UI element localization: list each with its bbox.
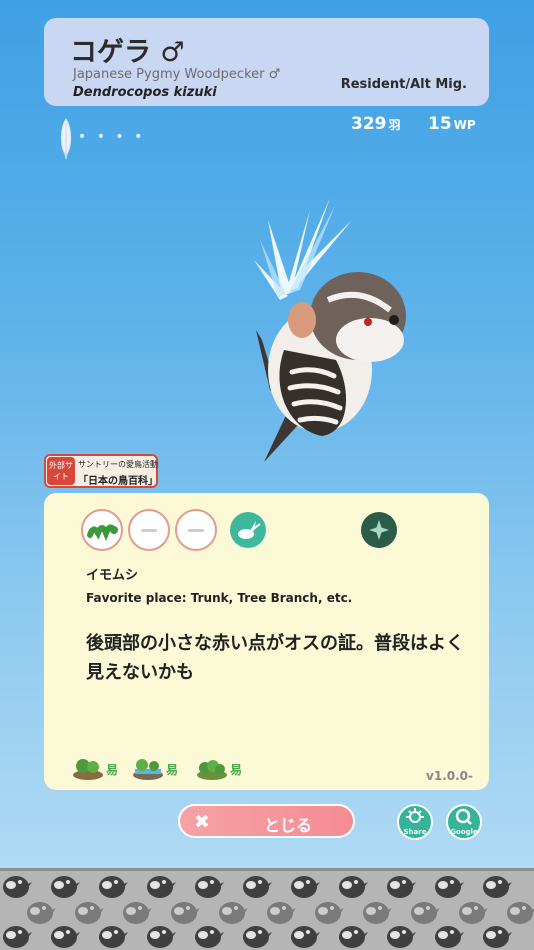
- rabbit-icon: [238, 521, 261, 539]
- special-badge[interactable]: [361, 512, 397, 548]
- bird-info-card: イモムシ Favorite place: Trunk, Tree Branch,…: [44, 493, 489, 790]
- bird-description: 後頭部の小さな赤い点がオスの証。普段はよく見えないかも: [86, 633, 464, 683]
- forest-habitat-icon: [73, 759, 103, 780]
- empty-slot-dash: [141, 529, 157, 532]
- empty-slot-dash: [188, 529, 204, 532]
- external-site-badge: 外部サイト: [47, 457, 75, 485]
- bird-model[interactable]: [240, 190, 420, 470]
- bird-count-stat: 329 羽: [351, 114, 401, 134]
- favorite-place: Favorite place: Trunk, Tree Branch, etc.: [86, 591, 353, 605]
- bird-count-unit: 羽: [388, 118, 401, 132]
- species-name: コゲラ ♂: [70, 37, 185, 68]
- bird-silhouette-pattern: [3, 876, 534, 948]
- external-site-link[interactable]: 外部サイト サントリーの愛鳥活動 「日本の鳥百科」: [44, 454, 158, 488]
- food-name: イモムシ: [86, 568, 139, 583]
- external-site-title: 「日本の鳥百科」: [78, 476, 158, 487]
- scientific-name: Dendrocopos kizuki: [73, 85, 217, 100]
- wp-value: 15: [428, 114, 452, 134]
- food-slot-1[interactable]: [81, 509, 123, 551]
- share-icon: [406, 808, 424, 823]
- habitat-difficulty: 易: [230, 763, 243, 777]
- search-icon: [455, 808, 472, 825]
- food-slot-2[interactable]: [128, 509, 170, 551]
- external-site-caption: サントリーの愛鳥活動: [78, 460, 158, 469]
- wp-stat: 15 WP: [428, 114, 476, 134]
- feather-icon: [60, 118, 72, 160]
- habitat-item-2: 易: [132, 755, 178, 785]
- habitat-item-1: 易: [72, 755, 118, 785]
- collection-progress-dots: • • • •: [78, 129, 146, 145]
- share-button[interactable]: Share: [397, 804, 433, 840]
- google-button-label: Google: [450, 828, 478, 836]
- google-search-button[interactable]: Google: [446, 804, 482, 840]
- food-slot-3[interactable]: [175, 509, 217, 551]
- migration-status: Resident/Alt Mig.: [340, 77, 467, 92]
- habitat-difficulty: 易: [106, 763, 119, 777]
- habitat-item-3: 易: [196, 755, 242, 785]
- habitat-difficulty: 易: [166, 763, 179, 777]
- close-icon: ✖: [194, 811, 210, 833]
- close-button-label: とじる: [264, 816, 313, 835]
- grassland-habitat-icon: [197, 760, 227, 780]
- sparkle-icon: [369, 520, 389, 540]
- behavior-badge[interactable]: [230, 512, 266, 548]
- english-name: Japanese Pygmy Woodpecker ♂: [73, 67, 281, 82]
- app-version: v1.0.0-: [426, 769, 473, 783]
- caterpillar-icon: [87, 524, 118, 542]
- close-button[interactable]: ✖ とじる: [178, 804, 355, 838]
- river-habitat-icon: [133, 759, 163, 780]
- bird-count-value: 329: [351, 114, 387, 134]
- bottom-bird-pattern: [0, 868, 534, 950]
- share-button-label: Share: [403, 828, 427, 836]
- species-header-card: コゲラ ♂ Japanese Pygmy Woodpecker ♂ Dendro…: [44, 18, 489, 106]
- wp-unit: WP: [453, 118, 476, 132]
